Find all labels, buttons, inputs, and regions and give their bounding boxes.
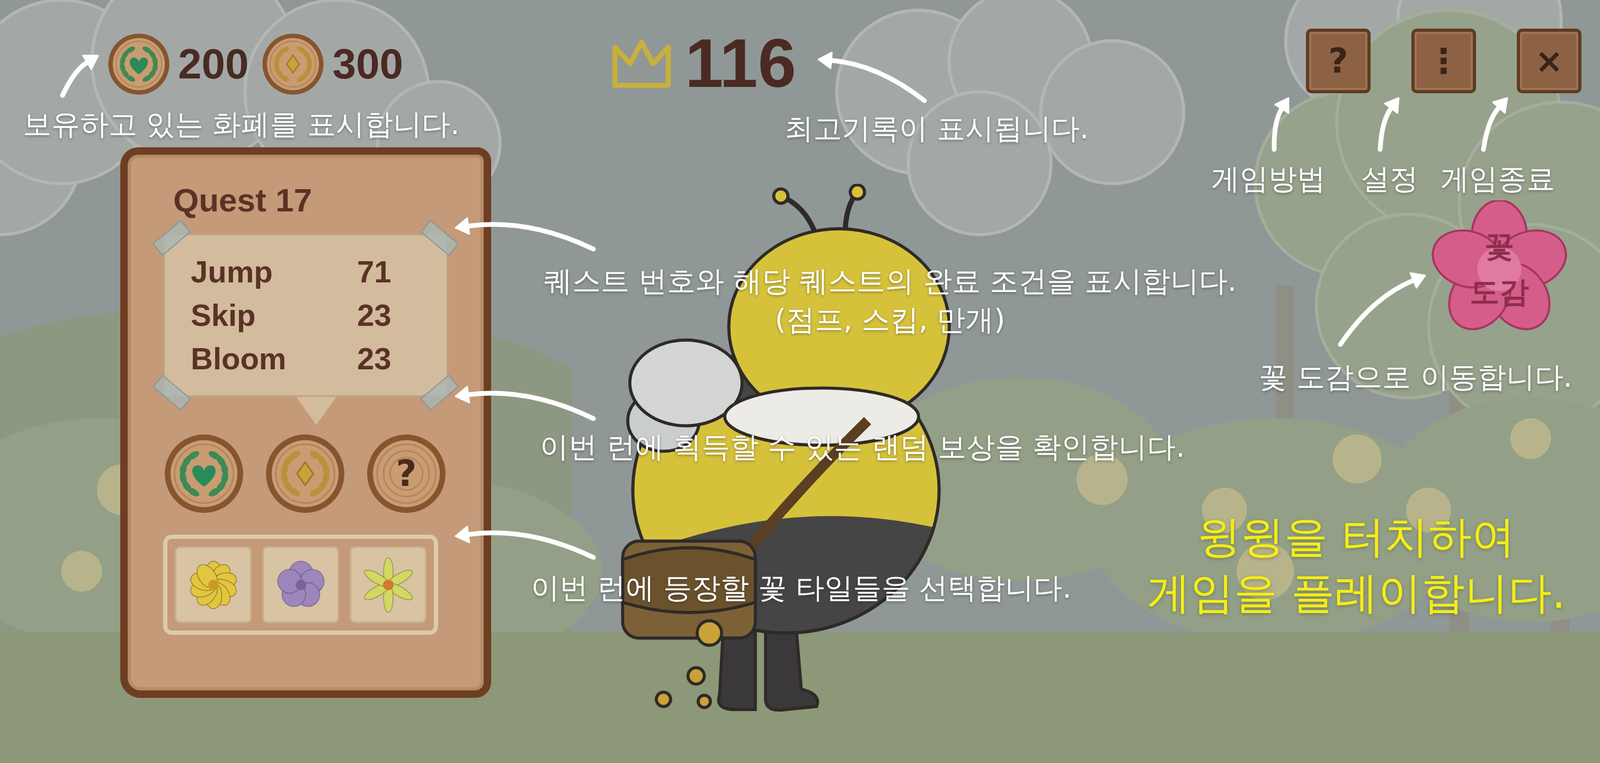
- play-hint-line: 윙윙을 터치하여: [1197, 508, 1516, 565]
- currency-amount: 200: [178, 42, 249, 86]
- button-annotation: 게임방법: [1211, 162, 1326, 197]
- tiles-annotation: 이번 런에 등장할 꽃 타일들을 선택합니다.: [530, 571, 1072, 606]
- condition-count: 71: [357, 250, 431, 294]
- quest-conditions: Jump71Skip23Bloom23: [163, 233, 449, 397]
- heart-coin-icon[interactable]: [163, 432, 245, 515]
- tape: [152, 374, 192, 411]
- best-score: 116: [609, 28, 797, 98]
- condition-name: Jump: [190, 250, 358, 294]
- arrow-icon: [1472, 87, 1518, 160]
- settings-button[interactable]: ⋮: [1411, 28, 1477, 94]
- arrow-icon: [51, 45, 109, 106]
- top-button-row: ? ⋮ ×: [1305, 28, 1582, 94]
- game-screen: 200 300 116? ⋮ × Quest 17 Jump71Skip23Bloom23?…: [0, 0, 1600, 763]
- condition-count: 23: [357, 336, 431, 381]
- flower-tile[interactable]: [349, 546, 427, 624]
- reward-row: ?: [163, 432, 449, 515]
- pointer-icon: [295, 395, 338, 425]
- play-hint-line: 게임을 플레이합니다.: [1147, 564, 1566, 621]
- arrow-icon: [807, 48, 936, 112]
- flower-tile[interactable]: [262, 546, 340, 624]
- button-annotation: 설정: [1361, 162, 1419, 197]
- flower-tile[interactable]: [174, 546, 252, 624]
- svg-text:?: ?: [395, 452, 417, 495]
- condition-name: Bloom: [190, 336, 358, 381]
- quest-annotation: 퀘스트 번호와 해당 퀘스트의 완료 조건을 표시합니다.(점프, 스킵, 만개…: [543, 262, 1237, 340]
- arrow-icon: [1263, 87, 1300, 160]
- arrow-icon: [1329, 264, 1436, 355]
- currency-item: 200: [107, 32, 249, 96]
- currency-group: 200 300: [107, 32, 404, 96]
- currency-amount: 300: [332, 42, 403, 86]
- tape: [420, 374, 460, 411]
- star-flower-icon: [358, 555, 419, 615]
- petal-flower-icon: [271, 555, 331, 615]
- currency-annotation: 보유하고 있는 화폐를 표시합니다.: [22, 107, 460, 142]
- diamond-coin-icon[interactable]: [264, 432, 346, 515]
- best-score-value: 116: [685, 28, 797, 98]
- crown-icon: [609, 33, 674, 93]
- condition-count: 23: [357, 293, 431, 337]
- tape: [420, 219, 460, 256]
- button-annotation: 게임종료: [1440, 162, 1555, 197]
- arrow-icon: [1369, 87, 1410, 160]
- help-button[interactable]: ?: [1305, 28, 1371, 94]
- play-hint: 윙윙을 터치하여게임을 플레이합니다.: [1123, 508, 1590, 621]
- condition-name: Skip: [190, 293, 358, 337]
- heart-coin-icon: [107, 32, 171, 96]
- rewards-annotation: 이번 런에 획득할 수 있는 랜덤 보상을 확인합니다.: [539, 430, 1185, 465]
- close-button[interactable]: ×: [1516, 28, 1582, 94]
- flower-icon: [1430, 200, 1569, 339]
- encyclopedia-button[interactable]: 꽃도감: [1430, 200, 1569, 339]
- diamond-coin-icon: [261, 32, 325, 96]
- annotation-line: 퀘스트 번호와 해당 퀘스트의 완료 조건을 표시합니다.: [543, 262, 1237, 301]
- encyclopedia-annotation: 꽃 도감으로 이동합니다.: [1258, 360, 1573, 395]
- quest-panel: Quest 17 Jump71Skip23Bloom23?: [120, 147, 492, 698]
- ruffle-flower-icon: [183, 555, 244, 615]
- annotation-line: (점프, 스킵, 만개): [775, 300, 1006, 340]
- currency-item: 300: [261, 32, 403, 96]
- top-bar: 200 300 116? ⋮ ×: [0, 0, 1600, 98]
- quest-title: Quest 17: [163, 181, 449, 220]
- encyclopedia-label: 꽃: [1484, 223, 1515, 270]
- mystery-coin-icon[interactable]: ?: [365, 432, 448, 515]
- encyclopedia-label: 도감: [1469, 269, 1530, 315]
- best-score-annotation: 최고기록이 표시됩니다.: [784, 111, 1089, 147]
- flower-tile-tray: [163, 534, 439, 635]
- tape: [152, 219, 192, 256]
- status-cluster: 200 300 116: [107, 28, 797, 98]
